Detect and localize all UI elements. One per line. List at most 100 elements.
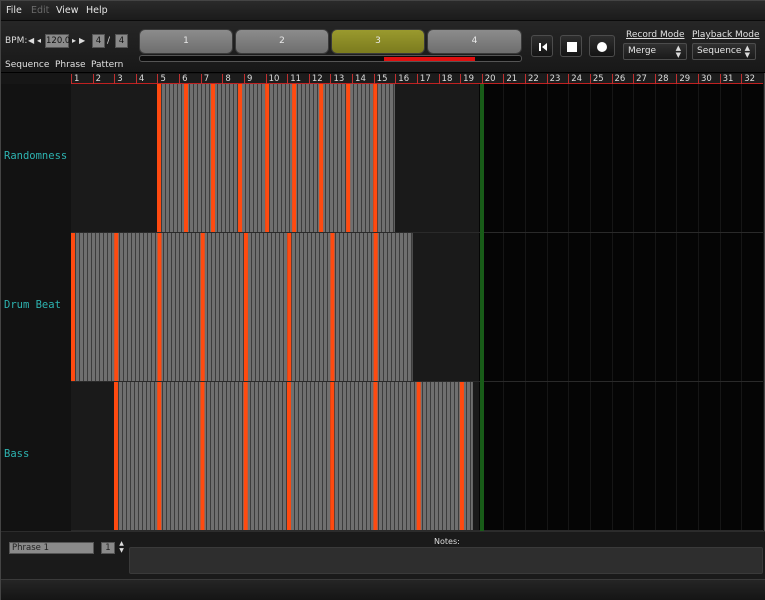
ruler-tick: 23 xyxy=(546,74,569,84)
pattern-start-marker xyxy=(292,84,297,232)
record-button[interactable] xyxy=(589,35,615,57)
tab-sequence[interactable]: Sequence xyxy=(5,60,49,70)
playback-mode-select[interactable]: Sequence ▲ ▼ xyxy=(692,43,756,60)
ruler-tick: 15 xyxy=(373,74,396,84)
sequencer-lanes[interactable] xyxy=(71,84,763,531)
pattern-start-marker xyxy=(114,382,119,530)
bpm-increase-button[interactable]: ▸ xyxy=(71,34,77,47)
pattern-start-marker xyxy=(243,233,248,381)
ruler-tick: 10 xyxy=(265,74,288,84)
bpm-input[interactable]: 120.0 xyxy=(45,34,70,48)
pattern-start-marker xyxy=(330,382,335,530)
pattern-start-marker xyxy=(330,233,335,381)
pattern-region[interactable] xyxy=(114,382,474,530)
pattern-start-marker xyxy=(71,233,75,381)
pattern-start-marker xyxy=(346,84,351,232)
select-arrows-icon: ▲ ▼ xyxy=(744,44,750,59)
pattern-start-marker xyxy=(319,84,324,232)
menu-file[interactable]: File xyxy=(6,5,22,16)
pattern-start-marker xyxy=(157,84,162,232)
bpm-decrease-button[interactable]: ◂ xyxy=(36,34,42,47)
ruler-tick: 1 xyxy=(71,74,93,84)
pattern-start-marker xyxy=(200,233,205,381)
pattern-region[interactable] xyxy=(157,84,396,232)
ruler-tick: 12 xyxy=(308,74,331,84)
menu-edit[interactable]: Edit xyxy=(31,5,49,16)
ruler-tick: 7 xyxy=(200,74,223,84)
pattern-start-marker xyxy=(200,382,205,530)
phrase-number-input[interactable]: 1 xyxy=(101,542,115,554)
record-mode-value: Merge xyxy=(628,46,657,56)
toolbar: BPM: ◀ ◂ 120.0 ▸ ▶ 4 / 4 Sequence Phrase… xyxy=(1,21,765,73)
ruler-tick: 22 xyxy=(525,74,547,84)
ruler-tick: 11 xyxy=(287,74,309,84)
record-mode-label: Record Mode xyxy=(626,30,685,40)
track-name-label[interactable]: Randomness xyxy=(4,150,67,162)
pattern-start-marker xyxy=(157,382,162,530)
menu-view[interactable]: View xyxy=(56,5,79,16)
ruler-tick: 21 xyxy=(503,74,525,84)
phrase-button-1[interactable]: 1 xyxy=(139,29,233,54)
stop-button[interactable] xyxy=(560,35,582,57)
time-signature-denominator[interactable]: 4 xyxy=(115,34,128,48)
stop-icon xyxy=(567,42,577,52)
phrase-button-3[interactable]: 3 xyxy=(331,29,425,54)
ruler-tick: 6 xyxy=(179,74,201,84)
ruler-tick: 17 xyxy=(416,74,439,84)
playback-mode-label: Playback Mode xyxy=(692,30,760,40)
notes-textarea[interactable] xyxy=(129,547,763,574)
phrase-button-2[interactable]: 2 xyxy=(235,29,329,54)
phrase-progress-fill xyxy=(383,57,476,61)
menu-help[interactable]: Help xyxy=(86,5,108,16)
pattern-start-marker xyxy=(184,84,189,232)
ruler-tick: 13 xyxy=(330,74,352,84)
tab-pattern[interactable]: Pattern xyxy=(91,60,123,70)
track-name-label[interactable]: Drum Beat xyxy=(4,299,61,311)
rewind-button[interactable] xyxy=(531,35,553,57)
track-lane[interactable] xyxy=(71,382,763,531)
ruler-tick: 27 xyxy=(633,74,655,84)
ruler-tick: 4 xyxy=(135,74,158,84)
ruler-tick: 30 xyxy=(697,74,720,84)
menu-bar: File Edit View Help xyxy=(1,1,765,21)
app-window: File Edit View Help BPM: ◀ ◂ 120.0 ▸ ▶ 4… xyxy=(0,0,765,600)
bar-ruler[interactable]: 1 2 3 4 5 6 7 8 9 10 11 12 13 14 15 16 17 18 19 20 21 22 23 24 2… xyxy=(71,74,763,84)
bpm-increase-coarse-button[interactable]: ▶ xyxy=(79,34,85,47)
pattern-start-marker xyxy=(287,233,292,381)
time-signature-numerator[interactable]: 4 xyxy=(92,34,105,48)
ruler-tick: 31 xyxy=(719,74,742,84)
pattern-start-marker xyxy=(243,382,248,530)
ruler-tick: 5 xyxy=(157,74,179,84)
ruler-tick: 14 xyxy=(352,74,374,84)
pattern-start-marker xyxy=(265,84,270,232)
ruler-tick: 29 xyxy=(676,74,698,84)
ruler-tick: 32 xyxy=(741,74,763,84)
track-lane[interactable] xyxy=(71,84,763,233)
playback-mode-value: Sequence xyxy=(697,46,742,56)
tab-phrase[interactable]: Phrase xyxy=(55,60,86,70)
pattern-start-marker xyxy=(373,382,378,530)
pattern-start-marker xyxy=(373,84,378,232)
pattern-start-marker xyxy=(211,84,216,232)
pattern-start-marker xyxy=(287,382,292,530)
track-lane[interactable] xyxy=(71,233,763,382)
bpm-label: BPM: xyxy=(5,36,28,46)
ruler-tick: 9 xyxy=(243,74,266,84)
pattern-fill xyxy=(157,84,396,232)
playhead[interactable] xyxy=(479,84,484,531)
phrase-name-input[interactable]: Phrase 1 xyxy=(9,542,94,554)
ruler-tick: 2 xyxy=(92,74,115,84)
ruler-tick: 8 xyxy=(222,74,244,84)
phrase-number-down-icon[interactable]: ▼ xyxy=(117,548,126,554)
notes-label: Notes: xyxy=(434,537,460,546)
track-name-label[interactable]: Bass xyxy=(4,448,29,460)
record-mode-select[interactable]: Merge ▲ ▼ xyxy=(623,43,687,60)
pattern-start-marker xyxy=(157,233,162,381)
pattern-region[interactable] xyxy=(71,233,413,381)
bpm-decrease-coarse-button[interactable]: ◀ xyxy=(28,34,34,47)
phrase-button-4[interactable]: 4 xyxy=(427,29,522,54)
ruler-tick: 20 xyxy=(481,74,504,84)
status-bar xyxy=(1,579,765,600)
ruler-tick: 18 xyxy=(438,74,461,84)
select-arrows-icon: ▲ ▼ xyxy=(675,44,681,59)
